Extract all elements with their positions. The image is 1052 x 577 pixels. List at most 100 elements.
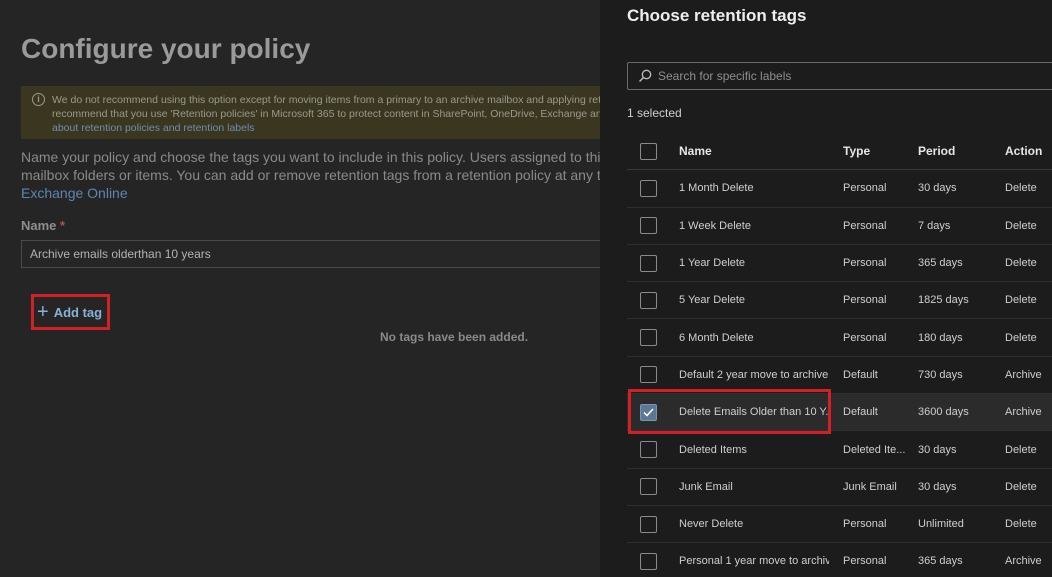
row-name: Deleted Items — [679, 443, 747, 456]
row-checkbox[interactable] — [640, 441, 657, 459]
row-checkbox-cell — [640, 170, 658, 206]
row-checkbox-cell — [640, 357, 658, 393]
row-period: 30 days — [918, 182, 957, 195]
row-checkbox[interactable] — [640, 366, 657, 384]
warning-line-1: We do not recommend using this option ex… — [52, 94, 600, 106]
table-row[interactable]: Personal 1 year move to archive Personal 3… — [627, 543, 1052, 577]
row-action: Delete — [1005, 331, 1037, 344]
row-checkbox[interactable] — [640, 552, 657, 570]
row-checkbox[interactable] — [640, 403, 657, 421]
row-checkbox[interactable] — [640, 291, 657, 309]
row-checkbox-cell — [640, 282, 658, 318]
column-header-period[interactable]: Period — [918, 133, 998, 169]
row-type: Personal — [843, 219, 887, 232]
table-row[interactable]: 5 Year Delete Personal 1825 days Delete — [627, 282, 1052, 320]
row-name: 5 Year Delete — [679, 294, 746, 307]
search-placeholder: Search for specific labels — [658, 69, 792, 83]
row-action: Archive — [1005, 368, 1042, 381]
row-name: 1 Week Delete — [679, 219, 751, 232]
name-label-text: Name — [21, 218, 57, 233]
row-type: Default — [843, 368, 878, 381]
required-marker: * — [60, 218, 66, 233]
row-period: Unlimited — [918, 518, 964, 531]
no-tags-message: No tags have been added. — [380, 330, 529, 344]
table-row[interactable]: Deleted Items Deleted Ite... 30 days Delete — [627, 431, 1052, 469]
description-line-1: Name your policy and choose the tags you… — [21, 149, 600, 165]
search-box[interactable]: Search for specific labels — [627, 62, 1052, 90]
row-action: Archive — [1005, 406, 1042, 419]
row-period: 30 days — [918, 480, 957, 493]
row-checkbox-cell — [640, 431, 658, 467]
table-row[interactable]: Junk Email Junk Email 30 days Delete — [627, 469, 1052, 506]
row-period: 30 days — [918, 443, 957, 456]
row-name: Personal 1 year move to archive — [679, 555, 829, 568]
retention-tags-table: Name Type Period Action 1 Month Delete Pe… — [627, 133, 1052, 577]
row-action: Delete — [1005, 219, 1037, 232]
add-tag-button[interactable]: + Add tag — [31, 294, 110, 330]
row-type: Personal — [843, 182, 887, 195]
column-header-action[interactable]: Action — [1005, 133, 1052, 169]
row-action: Archive — [1005, 555, 1042, 568]
checkmark-icon — [643, 408, 654, 417]
row-type: Personal — [843, 518, 887, 531]
row-period: 730 days — [918, 368, 963, 381]
exchange-online-link[interactable]: Exchange Online — [21, 184, 600, 202]
row-checkbox-cell — [640, 506, 658, 542]
row-type: Personal — [843, 555, 887, 568]
plus-icon: + — [37, 301, 49, 323]
info-icon: i — [32, 93, 45, 106]
row-action: Delete — [1005, 182, 1037, 195]
column-header-name[interactable]: Name — [679, 133, 829, 169]
warning-link[interactable]: about retention policies and retention l… — [52, 121, 600, 135]
row-checkbox[interactable] — [640, 329, 657, 347]
row-name: Delete Emails Older than 10 Y... — [679, 406, 829, 419]
row-type: Personal — [843, 257, 887, 270]
row-name: Default 2 year move to archive — [679, 368, 829, 381]
table-row[interactable]: Delete Emails Older than 10 Y... Default 3… — [627, 394, 1052, 432]
select-all-checkbox[interactable] — [640, 142, 657, 160]
page-title: Configure your policy — [21, 33, 311, 64]
row-action: Delete — [1005, 443, 1037, 456]
selected-count: 1 selected — [627, 106, 682, 120]
row-name: Never Delete — [679, 518, 744, 531]
select-all-cell — [640, 133, 658, 169]
row-action: Delete — [1005, 480, 1037, 493]
row-name: 1 Year Delete — [679, 257, 746, 270]
warning-banner: i We do not recommend using this option … — [21, 86, 600, 139]
description-line-2: mailbox folders or items. You can add or… — [21, 167, 600, 183]
table-row[interactable]: 1 Year Delete Personal 365 days Delete — [627, 245, 1052, 283]
row-action: Delete — [1005, 518, 1037, 531]
table-row[interactable]: 1 Week Delete Personal 7 days Delete — [627, 208, 1052, 245]
row-action: Delete — [1005, 257, 1037, 270]
add-tag-label: Add tag — [53, 304, 103, 320]
row-checkbox[interactable] — [640, 179, 657, 197]
column-header-type[interactable]: Type — [843, 133, 907, 169]
row-checkbox[interactable] — [640, 478, 657, 496]
row-period: 180 days — [918, 331, 963, 344]
name-label: Name * — [21, 218, 65, 233]
row-checkbox[interactable] — [640, 515, 657, 533]
policy-name-input[interactable] — [21, 240, 600, 268]
row-type: Junk Email — [843, 480, 897, 493]
warning-line-2: recommend that you use 'Retention polici… — [52, 108, 600, 120]
row-checkbox-cell — [640, 394, 658, 430]
row-period: 7 days — [918, 219, 951, 232]
row-name: 6 Month Delete — [679, 331, 754, 344]
retention-tags-panel: Choose retention tags Search for specifi… — [600, 0, 1052, 577]
table-row[interactable]: Never Delete Personal Unlimited Delete — [627, 506, 1052, 544]
table-row[interactable]: Default 2 year move to archive Default 730… — [627, 357, 1052, 395]
row-checkbox[interactable] — [640, 217, 657, 235]
search-icon — [638, 69, 652, 83]
row-period: 1825 days — [918, 294, 969, 307]
row-type: Deleted Ite... — [843, 443, 906, 456]
configure-policy-panel: Configure your policy i We do not recomm… — [0, 0, 600, 577]
row-checkbox-cell — [640, 208, 658, 244]
policy-description: Name your policy and choose the tags you… — [21, 148, 600, 202]
row-type: Personal — [843, 294, 887, 307]
table-header-row: Name Type Period Action — [627, 133, 1052, 171]
row-checkbox[interactable] — [640, 254, 657, 272]
row-checkbox-cell — [640, 245, 658, 281]
row-type: Default — [843, 406, 878, 419]
table-row[interactable]: 6 Month Delete Personal 180 days Delete — [627, 319, 1052, 357]
table-row[interactable]: 1 Month Delete Personal 30 days Delete — [627, 170, 1052, 208]
